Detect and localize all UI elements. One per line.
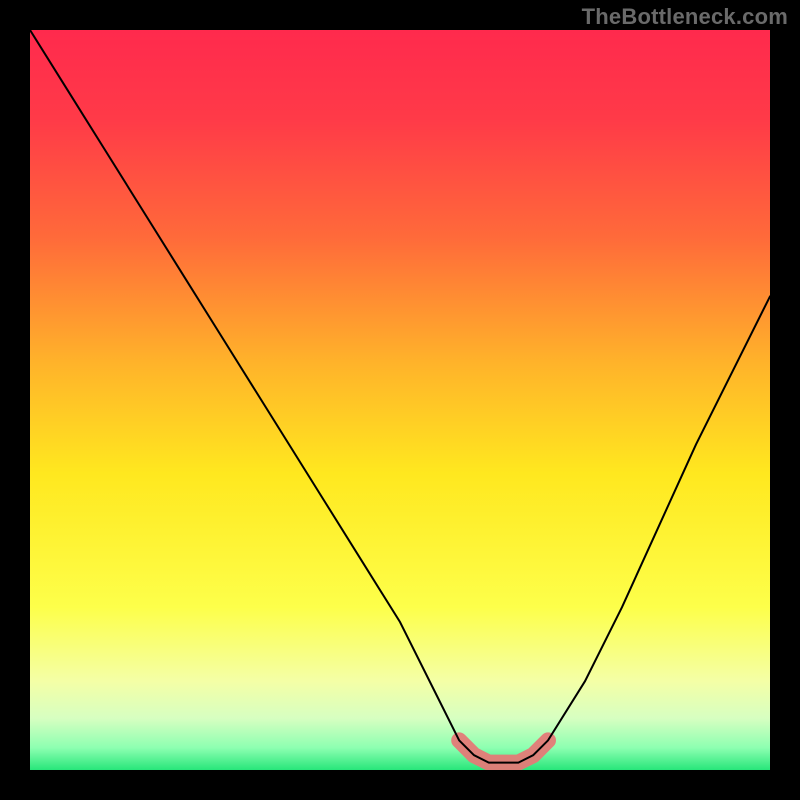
curve-layer <box>30 30 770 770</box>
valley-marker <box>459 740 548 762</box>
bottleneck-curve <box>30 30 770 763</box>
plot-area <box>30 30 770 770</box>
chart-stage: TheBottleneck.com <box>0 0 800 800</box>
watermark-text: TheBottleneck.com <box>582 4 788 30</box>
